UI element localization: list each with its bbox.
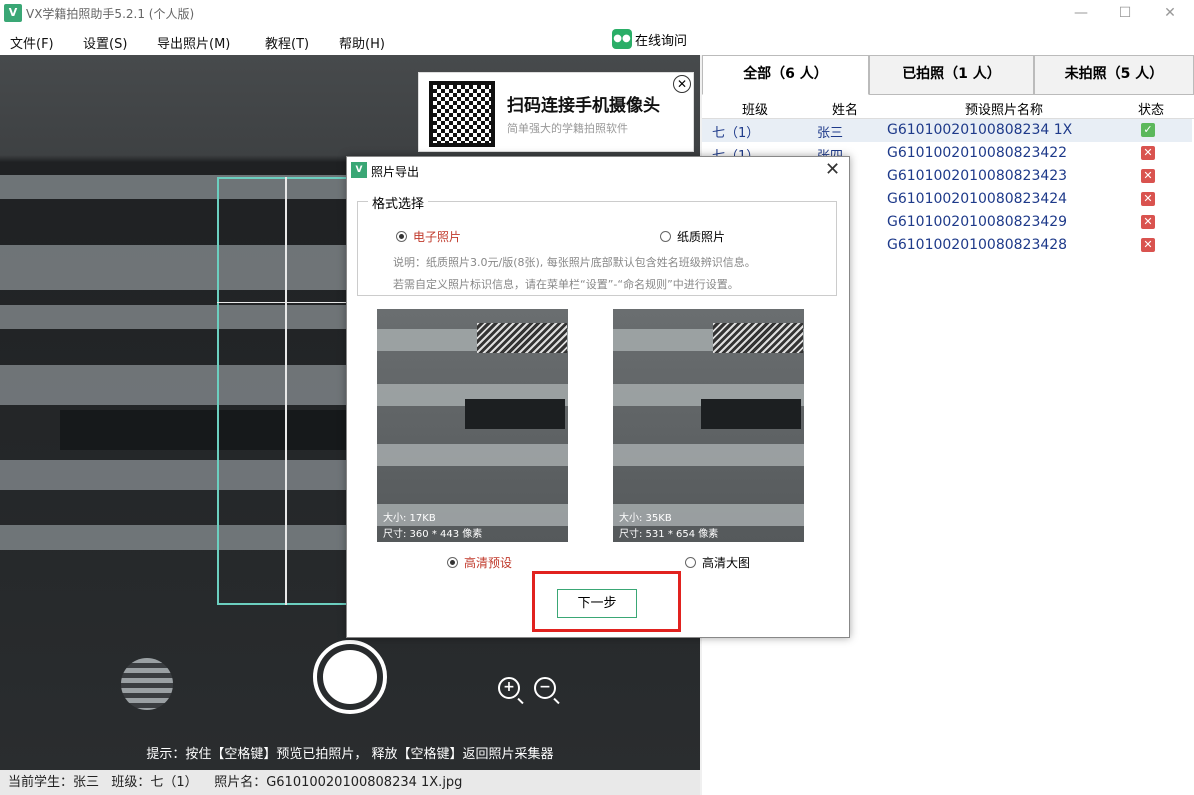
last-photo-thumbnail[interactable] (121, 658, 173, 710)
cell-class: 七（1） (712, 126, 760, 141)
qr-connect-panel: 扫码连接手机摄像头 简单强大的学籍拍照软件 ✕ (418, 72, 694, 152)
next-step-button[interactable]: 下一步 (557, 589, 637, 618)
menu-file[interactable]: 文件(F) (10, 33, 54, 52)
radio-unchecked-icon (685, 557, 696, 568)
preview-scene (477, 323, 567, 353)
menu-tutorial[interactable]: 教程(T) (265, 33, 309, 52)
col-filename[interactable]: 预设照片名称 (965, 99, 1043, 118)
radio-paper-label: 纸质照片 (677, 230, 726, 244)
cell-name: 张三 (817, 126, 844, 141)
radio-electronic-label: 电子照片 (413, 230, 462, 244)
preview-scene (701, 399, 801, 429)
radio-standard-label: 高清预设 (464, 556, 513, 570)
radio-large-label: 高清大图 (702, 556, 751, 570)
menu-bar: 文件(F) 设置(S) 导出照片(M) 教程(T) 帮助(H) (0, 26, 1194, 55)
cell-filename: G6101002010080823428 (887, 237, 1068, 253)
window-title: VX学籍拍照助手5.2.1 (个人版) (26, 7, 195, 21)
radio-checked-icon (447, 557, 458, 568)
qr-title: 扫码连接手机摄像头 (507, 96, 660, 116)
tab-all[interactable]: 全部（6 人） (702, 55, 869, 95)
guide-vertical-line (285, 177, 287, 605)
preview-large-size: 大小: 35KB (619, 513, 672, 524)
preview-scene (713, 323, 803, 353)
col-class[interactable]: 班级 (742, 99, 768, 118)
tab-photographed[interactable]: 已拍照（1 人） (869, 55, 1034, 95)
close-icon[interactable]: ✕ (673, 75, 691, 93)
cell-filename: G61010020100808234 1X (887, 122, 1073, 138)
col-name[interactable]: 姓名 (832, 99, 858, 118)
cross-icon: ✕ (1141, 169, 1155, 183)
note-line-1: 说明：纸质照片3.0元/版(8张), 每张照片底部默认包含姓名班级辨识信息。 (393, 256, 756, 269)
radio-standard[interactable]: 高清预设 (447, 554, 512, 571)
radio-unchecked-icon (660, 231, 671, 242)
preview-scene (613, 444, 804, 466)
online-consult-label: 在线询问 (635, 33, 688, 49)
dialog-close-button[interactable]: ✕ (825, 159, 840, 180)
preview-standard-dimensions: 尺寸: 360 * 443 像素 (383, 529, 483, 540)
keyboard-hint: 提示：按住【空格键】预览已拍照片， 释放【空格键】返回照片采集器 (146, 747, 554, 762)
qr-subtitle: 简单强大的学籍拍照软件 (507, 122, 628, 135)
guide-horizontal-line (217, 302, 357, 303)
shutter-button[interactable] (313, 640, 387, 714)
note-line-2: 若需自定义照片标识信息，请在菜单栏“设置”-“命名规则”中进行设置。 (393, 278, 739, 291)
radio-paper[interactable]: 纸质照片 (660, 228, 725, 245)
zoom-in-icon[interactable]: + (498, 677, 520, 699)
qr-code-image[interactable] (429, 81, 495, 147)
preview-standard[interactable]: 大小: 17KB 尺寸: 360 * 443 像素 (377, 309, 568, 542)
format-legend: 格式选择 (368, 193, 429, 212)
cell-filename: G6101002010080823424 (887, 191, 1068, 207)
cell-filename: G6101002010080823429 (887, 214, 1068, 230)
app-logo-icon: V (4, 4, 22, 22)
radio-large[interactable]: 高清大图 (685, 554, 750, 571)
dialog-logo-icon: V (351, 162, 367, 178)
preview-large-dimensions: 尺寸: 531 * 654 像素 (619, 529, 719, 540)
check-icon: ✓ (1141, 123, 1155, 137)
photo-export-dialog: V 照片导出 ✕ 格式选择 电子照片 纸质照片 说明：纸质照片3.0元/版(8张… (346, 156, 850, 638)
cell-filename: G6101002010080823423 (887, 168, 1068, 184)
menu-export[interactable]: 导出照片(M) (157, 33, 230, 52)
preview-scene (465, 399, 565, 429)
close-window-button[interactable]: ✕ (1147, 0, 1193, 26)
minimize-button[interactable]: — (1058, 0, 1104, 26)
table-header: 班级 姓名 预设照片名称 状态 (702, 97, 1194, 119)
cell-filename: G6101002010080823422 (887, 145, 1068, 161)
cross-icon: ✕ (1141, 238, 1155, 252)
shutter-inner (323, 650, 377, 704)
cross-icon: ✕ (1141, 192, 1155, 206)
table-row[interactable]: 七（1） 张三 G61010020100808234 1X ✓ (702, 119, 1192, 142)
col-status[interactable]: 状态 (1138, 99, 1164, 118)
status-bar: 当前学生：张三 班级：七（1） 照片名：G61010020100808234 1… (0, 770, 700, 795)
maximize-button[interactable]: ☐ (1102, 0, 1148, 26)
dialog-title: 照片导出 (371, 165, 420, 179)
menu-settings[interactable]: 设置(S) (83, 33, 127, 52)
portrait-guide-frame (217, 177, 357, 605)
title-bar: V VX学籍拍照助手5.2.1 (个人版) — ☐ ✕ (0, 0, 1194, 26)
cross-icon: ✕ (1141, 146, 1155, 160)
radio-electronic[interactable]: 电子照片 (396, 228, 461, 245)
format-group: 格式选择 电子照片 纸质照片 说明：纸质照片3.0元/版(8张), 每张照片底部… (357, 193, 837, 296)
wechat-icon: ●● (612, 29, 632, 49)
preview-large[interactable]: 大小: 35KB 尺寸: 531 * 654 像素 (613, 309, 804, 542)
cross-icon: ✕ (1141, 215, 1155, 229)
zoom-out-icon[interactable]: − (534, 677, 556, 699)
tab-not-photographed[interactable]: 未拍照（5 人） (1034, 55, 1194, 95)
online-consult-link[interactable]: ●● 在线询问 (612, 28, 687, 50)
preview-scene (377, 444, 568, 466)
preview-standard-size: 大小: 17KB (383, 513, 436, 524)
radio-checked-icon (396, 231, 407, 242)
menu-help[interactable]: 帮助(H) (339, 33, 385, 52)
